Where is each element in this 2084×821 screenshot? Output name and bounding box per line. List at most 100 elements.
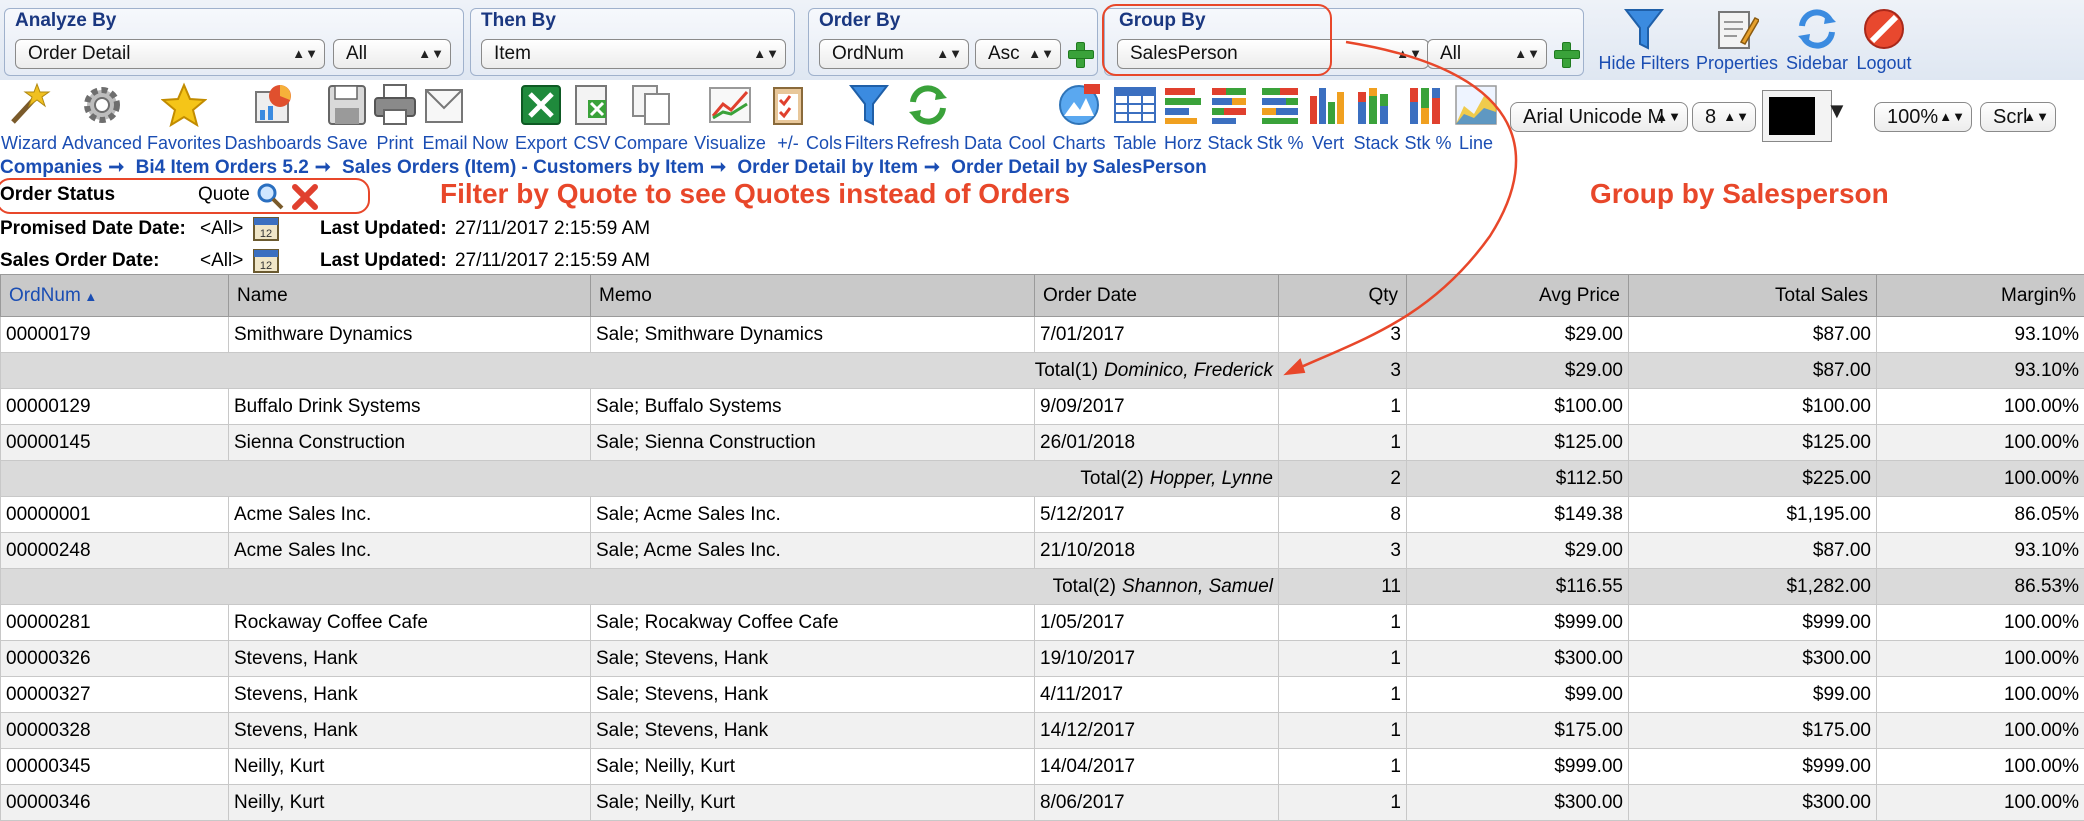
cell-ordnum[interactable]: 00000327 bbox=[1, 677, 229, 713]
then-by-label: Then By bbox=[481, 10, 556, 32]
breadcrumb-order-detail-by-salesperson[interactable]: Order Detail by SalesPerson bbox=[951, 157, 1207, 178]
col-header-avg-price[interactable]: Avg Price bbox=[1407, 275, 1629, 317]
then-by-select[interactable]: Item▲▼ bbox=[481, 39, 786, 69]
cell-total-sales: $300.00 bbox=[1629, 785, 1877, 821]
analyze-by-filter-select[interactable]: All▲▼ bbox=[333, 39, 451, 69]
cell-ordnum[interactable]: 00000346 bbox=[1, 785, 229, 821]
print-button[interactable]: Print bbox=[370, 80, 420, 154]
properties-button[interactable]: Properties bbox=[1694, 4, 1780, 78]
line-chart-button[interactable]: Line bbox=[1454, 80, 1498, 154]
promised-date-label: Promised Date Date: bbox=[0, 218, 186, 240]
cell-total-sales: $999.00 bbox=[1629, 605, 1877, 641]
horz-chart-button[interactable]: Horz bbox=[1160, 80, 1206, 154]
table-header-row: OrdNum ▲ Name Memo Order Date Qty Avg Pr… bbox=[1, 275, 2084, 317]
stack-chart-button[interactable]: Stack bbox=[1206, 80, 1254, 154]
col-header-memo[interactable]: Memo bbox=[591, 275, 1035, 317]
stack-percent-vert-chart-button[interactable]: Stk % bbox=[1402, 80, 1454, 154]
save-button[interactable]: Save bbox=[324, 80, 370, 154]
cell-ordnum[interactable]: 00000001 bbox=[1, 497, 229, 533]
export-button[interactable]: Export bbox=[510, 80, 572, 154]
vert-chart-button[interactable]: Vert bbox=[1306, 80, 1350, 154]
cell-ordnum[interactable]: 00000281 bbox=[1, 605, 229, 641]
cell-ordnum[interactable]: 00000129 bbox=[1, 389, 229, 425]
font-select[interactable]: Arial Unicode M▲▼ bbox=[1510, 102, 1688, 132]
cell-ordnum[interactable]: 00000345 bbox=[1, 749, 229, 785]
cell-order-date: 21/10/2018 bbox=[1035, 533, 1279, 569]
plus-minus-button[interactable]: +/- bbox=[770, 80, 806, 154]
cell-ordnum[interactable]: 00000248 bbox=[1, 533, 229, 569]
sidebar-button[interactable]: Sidebar bbox=[1782, 4, 1852, 78]
hide-filters-button[interactable]: Hide Filters bbox=[1596, 4, 1692, 78]
color-picker[interactable] bbox=[1762, 90, 1832, 142]
cell-ordnum[interactable]: 00000179 bbox=[1, 317, 229, 353]
cell-avg-price: $999.00 bbox=[1407, 749, 1629, 785]
cell-memo: Sale; Stevens, Hank bbox=[591, 677, 1035, 713]
visualize-button[interactable]: Visualize bbox=[690, 80, 770, 154]
logout-button[interactable]: Logout bbox=[1852, 4, 1916, 78]
order-by-select[interactable]: OrdNum▲▼ bbox=[819, 39, 969, 69]
add-order-plus-icon[interactable] bbox=[1065, 39, 1095, 69]
advanced-button[interactable]: Advanced bbox=[58, 80, 146, 154]
cool-button[interactable]: Cool bbox=[1006, 80, 1048, 154]
cell-total-sales: $87.00 bbox=[1629, 317, 1877, 353]
magic-wand-icon bbox=[7, 82, 51, 128]
scroll-select[interactable]: Scrl▲▼ bbox=[1980, 102, 2056, 132]
add-group-plus-icon[interactable] bbox=[1551, 39, 1581, 69]
breadcrumb-order-detail-by-item[interactable]: Order Detail by Item bbox=[737, 157, 918, 178]
filters-button[interactable]: Filters bbox=[842, 80, 896, 154]
compare-button[interactable]: Compare bbox=[612, 80, 690, 154]
stack-percent-chart-button[interactable]: Stk % bbox=[1254, 80, 1306, 154]
document-pencil-icon bbox=[1715, 6, 1759, 52]
cell-ordnum[interactable]: 00000326 bbox=[1, 641, 229, 677]
calendar-icon[interactable]: 12 bbox=[252, 246, 280, 274]
cell-ordnum[interactable]: 00000328 bbox=[1, 713, 229, 749]
calendar-icon[interactable]: 12 bbox=[252, 214, 280, 242]
order-by-label: Order By bbox=[819, 10, 900, 32]
color-dropdown-icon[interactable]: ▼ bbox=[1826, 98, 1848, 124]
sales-last-updated-value: 27/11/2017 2:15:59 AM bbox=[455, 250, 650, 272]
charts-button[interactable]: Charts bbox=[1048, 80, 1110, 154]
col-header-order-date[interactable]: Order Date bbox=[1035, 275, 1279, 317]
stack-vert-chart-button[interactable]: Stack bbox=[1350, 80, 1402, 154]
cell-ordnum[interactable]: 00000145 bbox=[1, 425, 229, 461]
total-sales: $87.00 bbox=[1629, 353, 1877, 389]
group-by-filter-select[interactable]: All▲▼ bbox=[1427, 39, 1547, 69]
table-row: 00000179Smithware DynamicsSale; Smithwar… bbox=[1, 317, 2084, 353]
csv-button[interactable]: CSV bbox=[572, 80, 612, 154]
col-header-ordnum[interactable]: OrdNum ▲ bbox=[1, 275, 229, 317]
wizard-button[interactable]: Wizard bbox=[0, 80, 58, 154]
then-by-group: Then By Item▲▼ bbox=[470, 8, 795, 76]
chevron-updown-icon: ▲▼ bbox=[1396, 40, 1422, 68]
email-button[interactable]: Email bbox=[420, 80, 470, 154]
cols-button[interactable]: Cols bbox=[806, 80, 842, 154]
cell-memo: Sale; Neilly, Kurt bbox=[591, 749, 1035, 785]
col-header-total-sales[interactable]: Total Sales bbox=[1629, 275, 1877, 317]
cell-qty: 3 bbox=[1279, 317, 1407, 353]
refresh-button[interactable]: Refresh bbox=[896, 80, 960, 154]
data-button[interactable]: Data bbox=[960, 80, 1006, 154]
total-sales: $225.00 bbox=[1629, 461, 1877, 497]
group-by-annotation: Group by Salesperson bbox=[1590, 178, 1889, 210]
total-avg-price: $112.50 bbox=[1407, 461, 1629, 497]
cell-memo: Sale; Smithware Dynamics bbox=[591, 317, 1035, 353]
favorites-button[interactable]: Favorites bbox=[146, 80, 222, 154]
col-header-qty[interactable]: Qty bbox=[1279, 275, 1407, 317]
breadcrumb-companies[interactable]: Companies bbox=[0, 157, 102, 178]
group-total-label: Total(2)Shannon, Samuel bbox=[1, 569, 1279, 605]
cell-margin: 100.00% bbox=[1877, 389, 2084, 425]
analyze-by-select[interactable]: Order Detail▲▼ bbox=[15, 39, 325, 69]
total-sales: $1,282.00 bbox=[1629, 569, 1877, 605]
dashboards-button[interactable]: Dashboards bbox=[222, 80, 324, 154]
now-button[interactable]: Now bbox=[470, 80, 510, 154]
order-direction-select[interactable]: Asc▲▼ bbox=[975, 39, 1061, 69]
col-header-margin[interactable]: Margin% bbox=[1877, 275, 2084, 317]
line-chart-icon bbox=[707, 82, 753, 128]
font-size-select[interactable]: 8▲▼ bbox=[1692, 102, 1756, 132]
col-header-name[interactable]: Name bbox=[229, 275, 591, 317]
breadcrumb-sales-orders[interactable]: Sales Orders (Item) - Customers by Item bbox=[342, 157, 704, 178]
table-row: 00000248Acme Sales Inc.Sale; Acme Sales … bbox=[1, 533, 2084, 569]
breadcrumb-bi4-item-orders[interactable]: Bi4 Item Orders 5.2 bbox=[136, 157, 309, 178]
zoom-select[interactable]: 100%▲▼ bbox=[1874, 102, 1972, 132]
cell-avg-price: $99.00 bbox=[1407, 677, 1629, 713]
table-chart-button[interactable]: Table bbox=[1110, 80, 1160, 154]
